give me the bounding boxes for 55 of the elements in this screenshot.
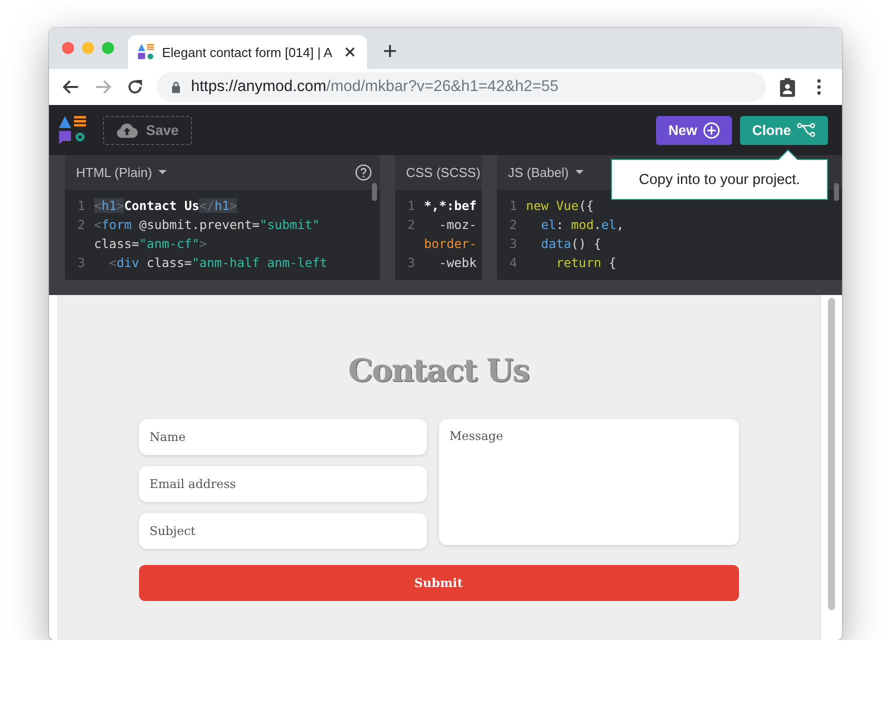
language-dropdown[interactable]: HTML (Plain) [76, 165, 168, 180]
reload-icon[interactable] [127, 79, 143, 95]
language-dropdown[interactable]: CSS (SCSS) [406, 165, 480, 180]
shapes-logo-icon[interactable] [59, 116, 87, 144]
back-arrow-icon[interactable] [63, 79, 79, 95]
page-heading: Contact Us [348, 353, 529, 389]
code-line: data() { [540, 235, 602, 253]
tooltip-text: Copy into to your project. [638, 172, 800, 188]
code-line: <div class="anm-half anm-left [108, 254, 328, 272]
code-line: return { [555, 254, 616, 272]
caret-icon [158, 170, 168, 175]
scrollbar-thumb[interactable] [828, 298, 835, 610]
line-number: 3 [76, 254, 86, 272]
save-button[interactable]: Save [103, 116, 192, 144]
input-field[interactable]: Subject [138, 513, 426, 549]
scrollbar-thumb[interactable] [372, 183, 377, 201]
shapes-logo-icon [138, 44, 154, 60]
line-number: 1 [76, 197, 86, 215]
browser-tab[interactable]: Elegant contact form [014] | A [128, 35, 367, 69]
address-field[interactable]: https://anymod.com/mod/mkbar?v=26&h1=42&h2=55 [157, 72, 766, 102]
line-number: 2 [76, 216, 86, 234]
code-line: border- [424, 235, 477, 253]
line-number: 3 [406, 254, 416, 272]
plus-circle-icon [703, 122, 720, 138]
language-dropdown[interactable]: JS (Babel) [508, 165, 584, 180]
code-line: *,*:bef [424, 197, 477, 215]
cloud-upload-icon [116, 122, 138, 138]
line-number: 4 [508, 254, 518, 272]
help-icon[interactable] [355, 164, 372, 181]
line-number: 1 [406, 197, 416, 215]
menu-icon[interactable] [817, 79, 821, 95]
code-line: -webk [438, 254, 477, 272]
close-icon[interactable] [345, 47, 355, 57]
plus-icon[interactable] [383, 44, 397, 58]
submit-button[interactable]: Submit [138, 565, 738, 601]
code-line: <form @submit.prevent="submit" [94, 216, 320, 234]
branch-icon [797, 123, 816, 137]
scrollbar-thumb[interactable] [834, 183, 839, 201]
clipboard-person-icon[interactable] [780, 78, 795, 96]
code-line: class="anm-cf"> [94, 235, 207, 253]
code-line: el: mod.el, [540, 216, 624, 234]
code-line: <h1>Contact Us</h1> [94, 197, 238, 215]
line-number: 3 [508, 235, 518, 253]
line-number: 2 [406, 216, 416, 234]
new-button[interactable]: New [656, 116, 732, 144]
caret-icon [574, 170, 584, 175]
lock-icon [171, 81, 181, 93]
input-field[interactable]: Email address [138, 466, 426, 502]
code-line: new Vue({ [526, 197, 594, 215]
message-field[interactable]: Message [438, 419, 738, 545]
tab-title: Elegant contact form [014] | A [162, 44, 334, 60]
line-number: 2 [508, 216, 518, 234]
code-line: -moz- [438, 216, 477, 234]
input-field[interactable]: Name [138, 419, 426, 455]
line-number: 1 [508, 197, 518, 215]
